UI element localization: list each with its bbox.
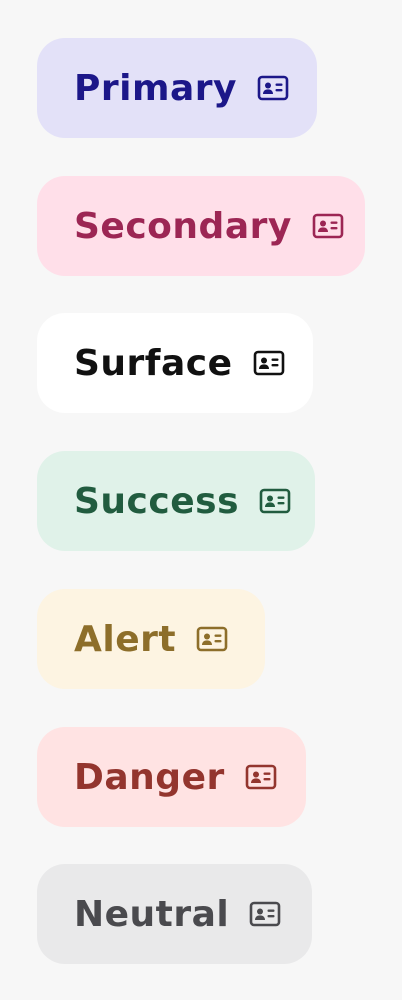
chip-label: Secondary — [74, 205, 292, 247]
chip-list: Primary Secondary Surface Success Alert … — [0, 0, 402, 1000]
id-card-icon — [253, 350, 285, 376]
chip-neutral[interactable]: Neutral — [37, 864, 312, 964]
id-card-icon — [257, 75, 289, 101]
chip-surface[interactable]: Surface — [37, 313, 313, 413]
chip-success[interactable]: Success — [37, 451, 315, 551]
chip-alert[interactable]: Alert — [37, 589, 265, 689]
chip-label: Success — [74, 480, 240, 522]
id-card-icon — [259, 488, 291, 514]
chip-label: Alert — [74, 618, 177, 660]
chip-label: Primary — [74, 67, 238, 109]
id-card-icon — [312, 213, 344, 239]
id-card-icon — [249, 901, 281, 927]
chip-label: Neutral — [74, 893, 230, 935]
chip-danger[interactable]: Danger — [37, 727, 306, 827]
chip-label: Danger — [74, 756, 225, 798]
chip-primary[interactable]: Primary — [37, 38, 317, 138]
id-card-icon — [196, 626, 228, 652]
chip-label: Surface — [74, 342, 233, 384]
id-card-icon — [245, 764, 277, 790]
chip-secondary[interactable]: Secondary — [37, 176, 365, 276]
